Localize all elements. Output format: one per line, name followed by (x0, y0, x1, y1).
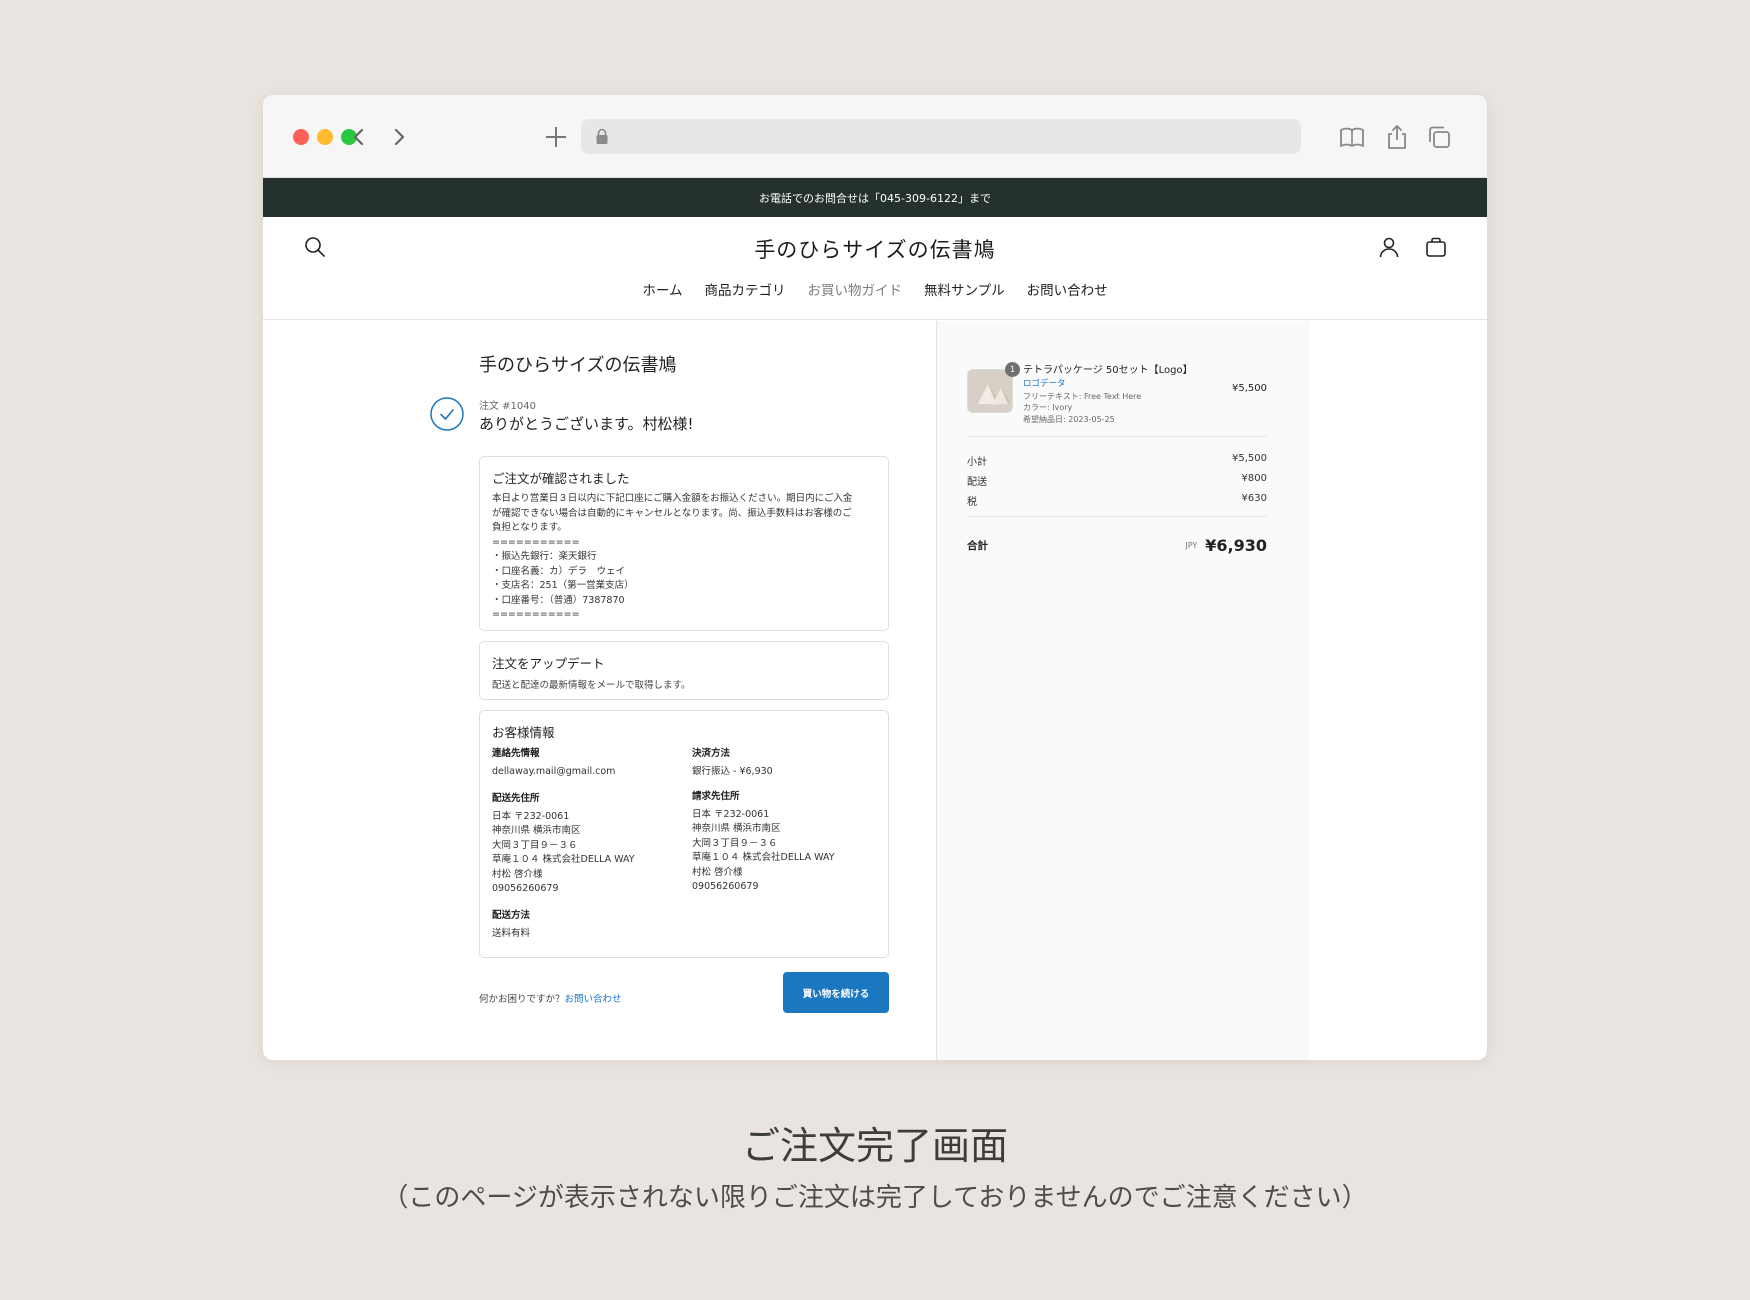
payment-value: 銀行振込 - ¥6,930 (692, 765, 773, 777)
help-text: 何かお困りですか？お問い合わせ (479, 991, 622, 1005)
bank-transfer-instructions: 本日より営業日３日以内に下記口座にご購入金額をお振込ください。期日内にご入金 が… (492, 493, 853, 620)
main-navigation: ホーム 商品カテゴリ お買い物ガイド 無料サンプル お問い合わせ (263, 279, 1487, 299)
line-item-info: テトラパッケージ 50セット【Logo】 ロゴデータ フリーテキスト: Free… (1023, 361, 1223, 425)
subtotal-row: 小計 ¥5,500 (967, 453, 1267, 468)
quantity-badge: 1 (1005, 362, 1020, 377)
account-icon[interactable] (1377, 235, 1401, 259)
lock-icon (595, 128, 609, 145)
browser-toolbar (263, 95, 1487, 178)
order-updates-title: 注文をアップデート (492, 656, 605, 671)
shipping-address-value: 日本 〒232-0061 神奈川県 横浜市南区 大岡３丁目９－３６ 草庵１０４ … (492, 810, 635, 895)
billing-address: 請求先住所 日本 〒232-0061 神奈川県 横浜市南区 大岡３丁目９－３６ … (692, 790, 882, 895)
tax-value: ¥630 (1241, 493, 1267, 504)
nav-item-free-sample[interactable]: 無料サンプル (924, 279, 1005, 299)
thank-you-heading: ありがとうございます。村松様! (479, 415, 694, 433)
contact-email: dellaway.mail@gmail.com (492, 765, 616, 777)
product-attribute-color: カラー: Ivory (1023, 403, 1073, 412)
summary-divider (967, 436, 1267, 437)
customer-info-card: お客様情報 連絡先情報 dellaway.mail@gmail.com 決済方法… (479, 710, 889, 958)
shipping-address-label: 配送先住所 (492, 793, 540, 804)
shipping-value: ¥800 (1241, 473, 1267, 484)
currency-code: JPY (1185, 541, 1198, 550)
tax-row: 税 ¥630 (967, 493, 1267, 508)
product-variant: ロゴデータ (1023, 379, 1066, 389)
minimize-window-button[interactable] (317, 129, 333, 145)
reader-book-icon[interactable] (1338, 122, 1366, 152)
contact-info: 連絡先情報 dellaway.mail@gmail.com (492, 747, 682, 779)
subtotal-label: 小計 (967, 457, 987, 468)
shipping-method: 配送方法 送料有料 (492, 909, 682, 941)
contact-label: 連絡先情報 (492, 748, 540, 759)
nav-item-categories[interactable]: 商品カテゴリ (705, 279, 786, 299)
store-logo[interactable]: 手のひらサイズの伝書鳩 (263, 234, 1487, 264)
new-tab-plus-icon[interactable] (542, 122, 570, 152)
total-row: 合計 JPY ¥6,930 (967, 536, 1267, 555)
total-label: 合計 (967, 540, 988, 552)
order-updates-subtitle: 配送と配達の最新情報をメールで取得します。 (492, 680, 691, 691)
order-confirmed-title: ご注文が確認されました (492, 471, 630, 486)
total-divider (967, 516, 1267, 517)
order-updates-card: 注文をアップデート 配送と配達の最新情報をメールで取得します。 (479, 641, 889, 700)
nav-item-home[interactable]: ホーム (642, 279, 682, 299)
total-value: ¥6,930 (1205, 536, 1267, 555)
forward-arrow-icon[interactable] (386, 122, 412, 152)
billing-address-label: 請求先住所 (692, 791, 740, 802)
billing-address-value: 日本 〒232-0061 神奈川県 横浜市南区 大岡３丁目９－３６ 草庵１０４ … (692, 808, 835, 893)
shipping-method-value: 送料有料 (492, 927, 531, 939)
address-bar[interactable] (581, 119, 1301, 154)
shipping-row: 配送 ¥800 (967, 473, 1267, 488)
shipping-address: 配送先住所 日本 〒232-0061 神奈川県 横浜市南区 大岡３丁目９－３６ … (492, 792, 682, 897)
order-number: 注文 #1040 (479, 401, 537, 412)
order-summary-panel: 1 テトラパッケージ 50セット【Logo】 ロゴデータ フリーテキスト: Fr… (936, 321, 1309, 1060)
close-window-button[interactable] (293, 129, 309, 145)
product-price: ¥5,500 (1232, 383, 1267, 394)
order-confirmed-card: ご注文が確認されました 本日より営業日３日以内に下記口座にご購入金額をお振込くだ… (479, 456, 889, 631)
contact-link[interactable]: お問い合わせ (565, 994, 622, 1005)
nav-item-contact[interactable]: お問い合わせ (1027, 279, 1108, 299)
checkmark-circle-icon (430, 397, 464, 431)
product-name: テトラパッケージ 50セット【Logo】 (1023, 365, 1193, 376)
product-attribute-text: フリーテキスト: Free Text Here (1023, 392, 1142, 401)
payment-method: 決済方法 銀行振込 - ¥6,930 (692, 747, 882, 779)
total-amount: JPY ¥6,930 (1185, 536, 1267, 555)
caption-subtitle: （このページが表示されない限りご注文は完了しておりませんのでご注意ください） (382, 1183, 1368, 1213)
product-thumbnail (967, 369, 1013, 413)
help-question: 何かお困りですか？ (479, 994, 565, 1005)
tabs-overview-icon[interactable] (1425, 122, 1453, 152)
share-icon[interactable] (1383, 122, 1411, 152)
shipping-label: 配送 (967, 477, 987, 488)
continue-shopping-button[interactable]: 買い物を続ける (783, 972, 889, 1013)
announcement-bar: お電話でのお問合せは「045-309-6122」まで (263, 178, 1487, 217)
back-arrow-icon[interactable] (346, 122, 372, 152)
order-status-panel: 手のひらサイズの伝書鳩 注文 #1040 ありがとうございます。村松様! ご注文… (263, 321, 936, 1060)
tax-label: 税 (967, 497, 977, 508)
store-header: 手のひらサイズの伝書鳩 ホーム 商品カテゴリ お買い物ガイド 無料サンプル お問… (263, 217, 1487, 320)
shipping-method-label: 配送方法 (492, 910, 531, 921)
product-attribute-delivery-date: 希望納品日: 2023-05-25 (1023, 415, 1115, 424)
caption-title: ご注文完了画面 (741, 1124, 1008, 1168)
browser-window: お電話でのお問合せは「045-309-6122」まで 手のひらサイズの伝書鳩 ホ… (263, 95, 1487, 1060)
nav-item-shopping-guide[interactable]: お買い物ガイド (808, 279, 903, 299)
subtotal-value: ¥5,500 (1232, 453, 1267, 464)
cart-bag-icon[interactable] (1424, 235, 1448, 259)
customer-info-title: お客様情報 (492, 725, 555, 740)
payment-label: 決済方法 (692, 748, 731, 759)
checkout-shop-name: 手のひらサイズの伝書鳩 (479, 355, 677, 376)
